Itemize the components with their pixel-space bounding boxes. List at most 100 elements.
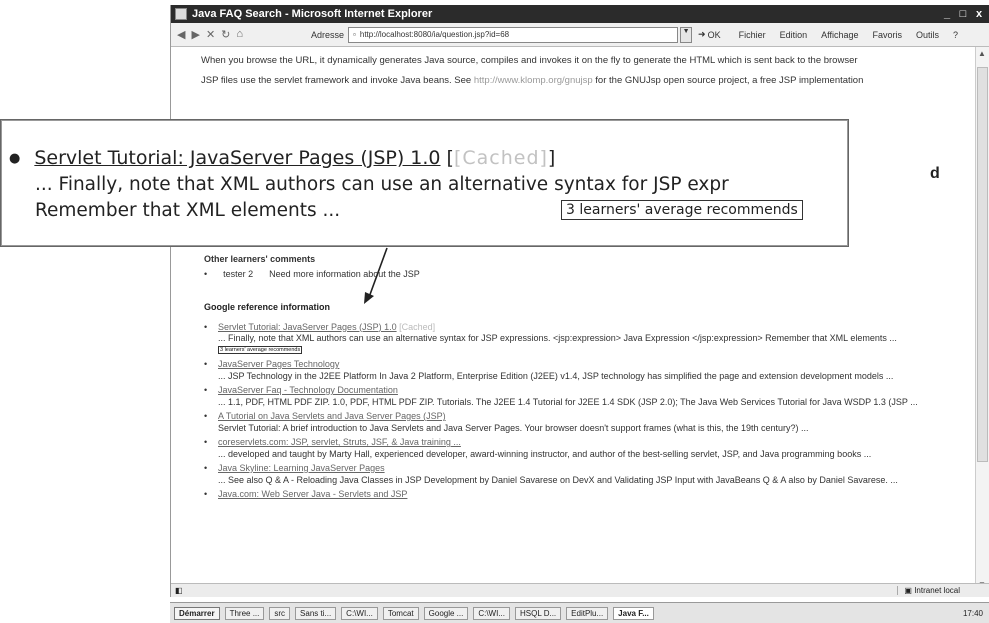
zoom-bracket-close: ] xyxy=(547,147,556,169)
scroll-up-icon[interactable]: ▲ xyxy=(978,49,986,58)
result-snippet: Servlet Tutorial: A brief introduction t… xyxy=(218,422,809,433)
go-label: OK xyxy=(707,29,721,40)
paragraph-2: JSP files use the servlet framework and … xyxy=(201,75,864,86)
taskbar-item[interactable]: C:\WI... xyxy=(473,606,510,620)
go-button[interactable]: ➜ OK xyxy=(698,29,721,40)
pointer-arrow xyxy=(364,247,388,304)
address-value: http://localhost:8080/ia/question.jsp?id… xyxy=(359,30,510,39)
answer-text: When you browse the URL, it dynamically … xyxy=(201,55,961,95)
comment-text: Need more information about the JSP xyxy=(269,269,420,279)
menu-favorites[interactable]: Favoris xyxy=(873,30,903,40)
taskbar-item-active[interactable]: Java F... xyxy=(613,606,654,620)
zoom-cached-link[interactable]: [Cached] xyxy=(454,147,548,169)
result-bullet: • xyxy=(204,359,208,369)
result-link[interactable]: Servlet Tutorial: JavaServer Pages (JSP)… xyxy=(218,322,397,332)
result-item: • A Tutorial on Java Servlets and Java S… xyxy=(204,411,949,434)
result-item: • JavaServer Faq - Technology Documentat… xyxy=(204,385,949,408)
stray-text: d xyxy=(930,165,940,182)
address-bar[interactable]: ▫ http://localhost:8080/ia/question.jsp?… xyxy=(348,26,679,43)
result-link[interactable]: JavaServer Pages Technology xyxy=(218,359,339,369)
ie-icon xyxy=(175,8,187,20)
zoom-bullet: ● xyxy=(9,150,21,166)
result-link[interactable]: A Tutorial on Java Servlets and Java Ser… xyxy=(218,411,446,421)
network-icon: ▣ xyxy=(904,586,912,595)
comment-user: tester 2 xyxy=(223,269,254,279)
taskbar-item[interactable]: Tomcat xyxy=(382,606,419,620)
result-item: • Java Skyline: Learning JavaServer Page… xyxy=(204,463,949,486)
address-dropdown[interactable]: ▼ xyxy=(680,26,693,43)
taskbar-item[interactable]: src xyxy=(269,606,291,620)
minimize-button[interactable]: _ xyxy=(940,8,954,20)
result-bullet: • xyxy=(204,437,208,447)
menu-tools[interactable]: Outils xyxy=(916,30,939,40)
result-link[interactable]: Java Skyline: Learning JavaServer Pages xyxy=(218,463,385,473)
vertical-scrollbar[interactable]: ▲ ▼ xyxy=(975,47,989,591)
cached-link[interactable]: [Cached] xyxy=(399,322,435,332)
back-icon[interactable]: ◀ xyxy=(177,28,185,41)
result-snippet: ... Finally, note that XML authors can u… xyxy=(218,333,897,343)
scroll-thumb[interactable] xyxy=(977,67,988,462)
stop-icon[interactable]: ✕ xyxy=(206,28,215,41)
menu-bar: Fichier Edition Affichage Favoris Outils… xyxy=(739,30,958,40)
security-zone: ▣ Intranet local xyxy=(897,586,960,595)
result-snippet: ... See also Q & A - Reloading Java Clas… xyxy=(218,474,898,485)
google-heading: Google reference information xyxy=(204,302,331,312)
clock: 17:40 xyxy=(962,608,983,618)
address-label: Adresse xyxy=(311,29,345,40)
menu-edit[interactable]: Edition xyxy=(780,30,808,40)
menu-file[interactable]: Fichier xyxy=(739,30,766,40)
window-title: Java FAQ Search - Microsoft Internet Exp… xyxy=(192,8,433,20)
result-item: • coreservlets.com: JSP, servlet, Struts… xyxy=(204,437,949,460)
google-section: Google reference information • Servlet T… xyxy=(204,302,949,504)
result-bullet: • xyxy=(204,411,208,421)
page-icon: ▫ xyxy=(353,30,356,39)
menu-help[interactable]: ? xyxy=(953,30,958,40)
taskbar-item[interactable]: Three ... xyxy=(224,606,265,620)
result-link[interactable]: Java.com: Web Server Java - Servlets and… xyxy=(218,489,407,499)
taskbar-item[interactable]: HSQL D... xyxy=(515,606,562,620)
taskbar-item[interactable]: C:\WI... xyxy=(341,606,378,620)
home-icon[interactable]: ⌂ xyxy=(236,28,243,41)
zoom-bracket-open: [ xyxy=(446,147,454,169)
gnujsp-link[interactable]: http://www.klomp.org/gnujsp xyxy=(474,75,593,86)
result-bullet: • xyxy=(204,463,208,473)
taskbar-item[interactable]: Google ... xyxy=(423,606,469,620)
taskbar-item[interactable]: Sans ti... xyxy=(295,606,337,620)
title-bar: Java FAQ Search - Microsoft Internet Exp… xyxy=(171,5,989,23)
start-button[interactable]: Démarrer xyxy=(174,606,220,620)
comment-bullet: • xyxy=(204,269,208,279)
refresh-icon[interactable]: ↻ xyxy=(221,28,230,41)
nav-buttons: ◀ ▶ ✕ ↻ ⌂ xyxy=(171,28,311,41)
zoom-title-link[interactable]: Servlet Tutorial: JavaServer Pages (JSP)… xyxy=(34,147,440,169)
result-item: • Java.com: Web Server Java - Servlets a… xyxy=(204,489,949,501)
zoom-snippet-line-2: Remember that XML elements ... xyxy=(35,200,341,221)
arrow-head xyxy=(364,292,374,304)
paragraph-1: When you browse the URL, it dynamically … xyxy=(201,55,858,66)
status-bar: ◧ ▣ Intranet local xyxy=(171,583,989,597)
zone-label: Intranet local xyxy=(914,586,960,595)
result-snippet: ... JSP Technology in the J2EE Platform … xyxy=(218,370,894,381)
close-button[interactable]: x xyxy=(972,8,986,20)
taskbar-item[interactable]: EditPlu... xyxy=(566,606,609,620)
result-bullet: • xyxy=(204,385,208,395)
arrow-line xyxy=(367,247,388,301)
result-link[interactable]: coreservlets.com: JSP, servlet, Struts, … xyxy=(218,437,461,447)
result-snippet: ... developed and taught by Marty Hall, … xyxy=(218,448,872,459)
result-snippet: ... 1.1, PDF, HTML PDF ZIP. 1.0, PDF, HT… xyxy=(218,396,918,407)
maximize-button[interactable]: □ xyxy=(956,8,970,20)
result-bullet: • xyxy=(204,321,208,332)
taskbar: Démarrer Three ... src Sans ti... C:\WI.… xyxy=(170,602,989,623)
zoomed-result-callout: ● Servlet Tutorial: JavaServer Pages (JS… xyxy=(0,119,849,247)
go-arrow-icon: ➜ xyxy=(698,29,706,39)
zoom-title-row: ● Servlet Tutorial: JavaServer Pages (JS… xyxy=(9,147,555,169)
forward-icon[interactable]: ▶ xyxy=(191,28,199,41)
result-item: • Servlet Tutorial: JavaServer Pages (JS… xyxy=(204,322,949,357)
menu-view[interactable]: Affichage xyxy=(821,30,858,40)
zoom-snippet-line: ... Finally, note that XML authors can u… xyxy=(35,174,729,195)
result-link[interactable]: JavaServer Faq - Technology Documentatio… xyxy=(218,385,398,395)
toolbar: ◀ ▶ ✕ ↻ ⌂ Adresse ▫ http://localhost:808… xyxy=(171,23,989,47)
result-item: • JavaServer Pages Technology ... JSP Te… xyxy=(204,359,949,382)
browser-window: Java FAQ Search - Microsoft Internet Exp… xyxy=(170,5,989,597)
done-icon: ◧ xyxy=(175,586,183,595)
recommend-badge: 3 learners' average recommends xyxy=(218,346,303,355)
